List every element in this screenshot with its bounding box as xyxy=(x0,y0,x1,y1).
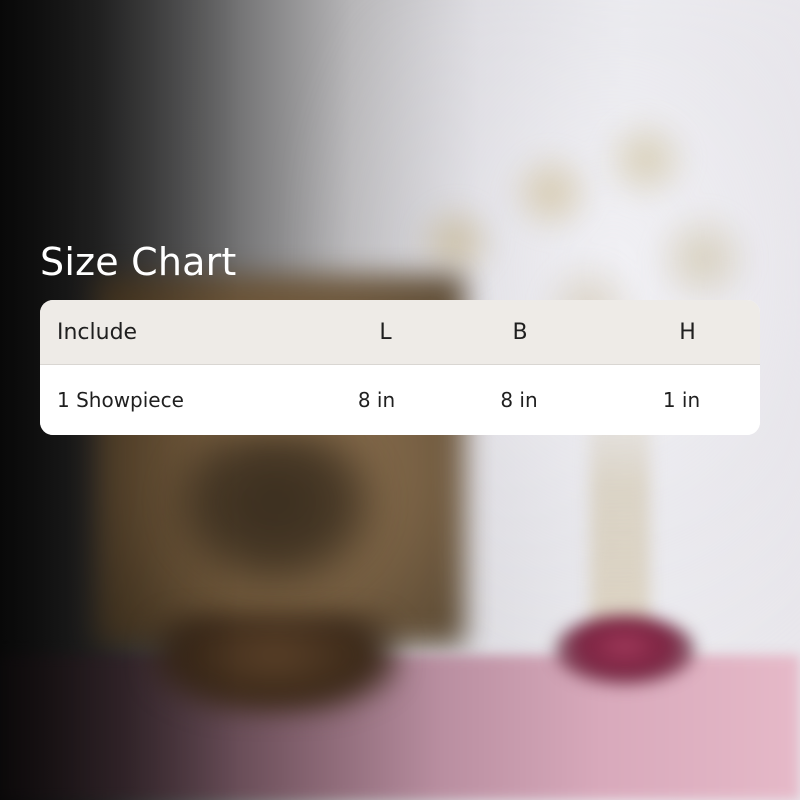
cell-breadth: 8 in xyxy=(500,388,538,412)
page-title: Size Chart xyxy=(40,240,237,284)
size-chart-table: Include L B H 1 Showpiece 8 in 8 in 1 in xyxy=(40,300,760,435)
table-header-row: Include L B H xyxy=(40,300,760,365)
header-include: Include xyxy=(57,319,138,345)
cell-item: 1 Showpiece xyxy=(57,388,184,412)
header-height: H xyxy=(679,319,696,345)
cell-height: 1 in xyxy=(662,388,701,412)
header-breadth: B xyxy=(512,319,528,345)
table-row: 1 Showpiece 8 in 8 in 1 in xyxy=(40,365,760,435)
